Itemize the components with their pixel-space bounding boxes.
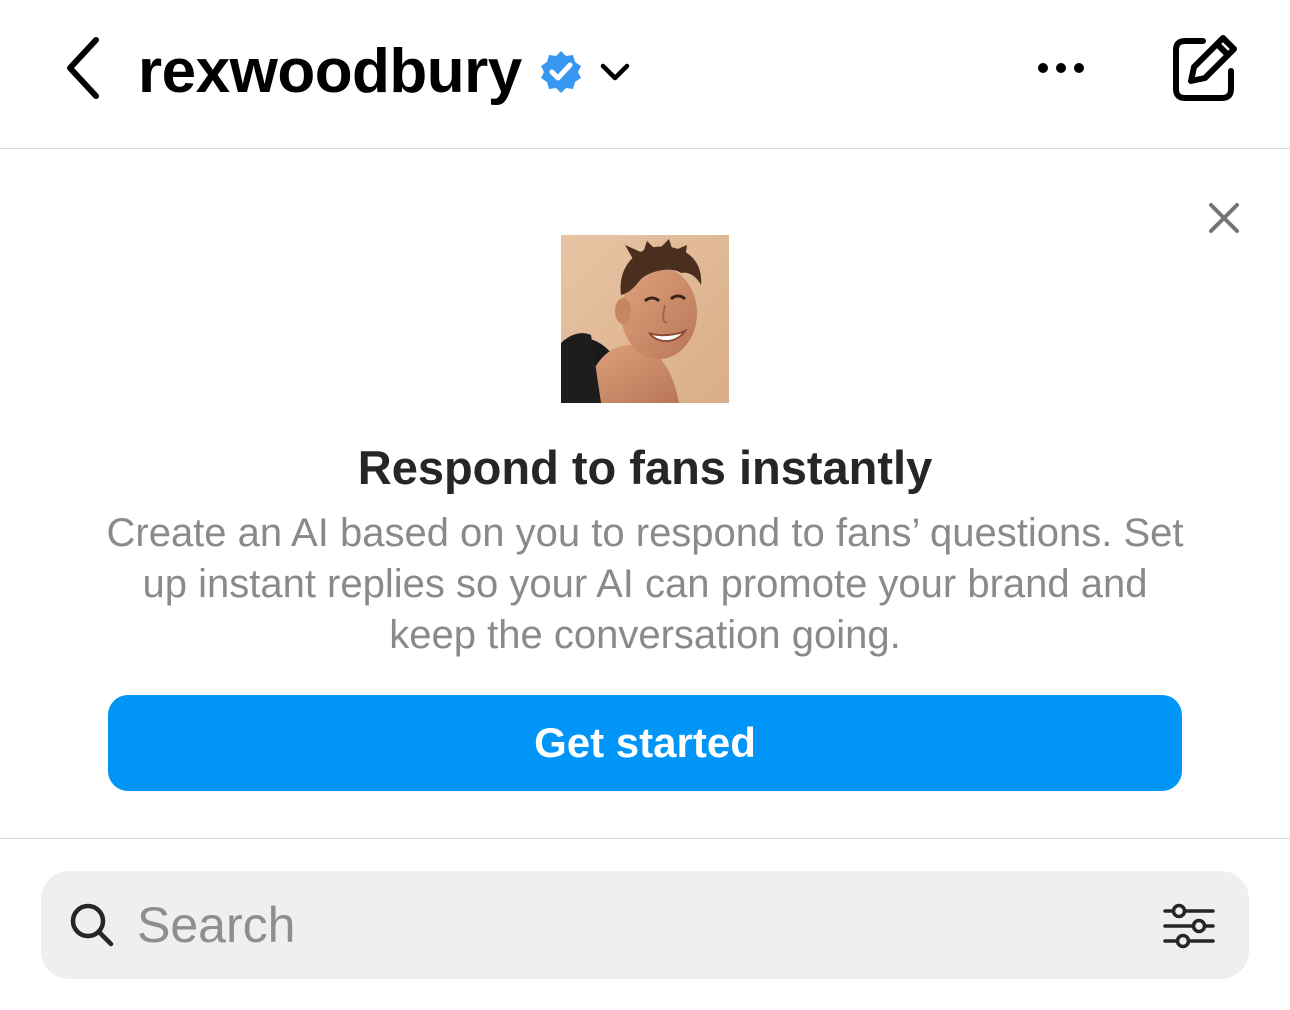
search-input[interactable] — [137, 889, 1137, 961]
inbox-header: rexwoodbury — [0, 0, 1290, 149]
search-bar[interactable] — [41, 871, 1249, 979]
promo-description: Create an AI based on you to respond to … — [106, 511, 1184, 657]
close-icon — [1209, 203, 1239, 233]
dismiss-promo-button[interactable] — [1198, 192, 1250, 244]
account-username: rexwoodbury — [138, 37, 522, 106]
get-started-button[interactable]: Get started — [108, 695, 1182, 791]
new-message-button[interactable] — [1160, 26, 1248, 110]
account-switcher[interactable]: rexwoodbury — [138, 24, 632, 120]
chevron-down-icon — [598, 55, 632, 89]
filter-button[interactable] — [1159, 899, 1219, 953]
compose-icon — [1173, 35, 1237, 101]
chevron-left-icon — [67, 37, 99, 99]
search-icon — [70, 903, 114, 947]
more-options-button[interactable] — [1028, 40, 1094, 96]
back-button[interactable] — [52, 30, 116, 106]
profile-photo — [561, 235, 729, 403]
direct-inbox-screen: rexwoodbury Respond to fans instantly Cr… — [0, 0, 1290, 1010]
more-horizontal-icon — [1038, 63, 1084, 73]
verified-badge-icon — [538, 49, 584, 95]
filter-sliders-icon — [1163, 903, 1215, 949]
promo-title: Respond to fans instantly — [357, 441, 933, 494]
